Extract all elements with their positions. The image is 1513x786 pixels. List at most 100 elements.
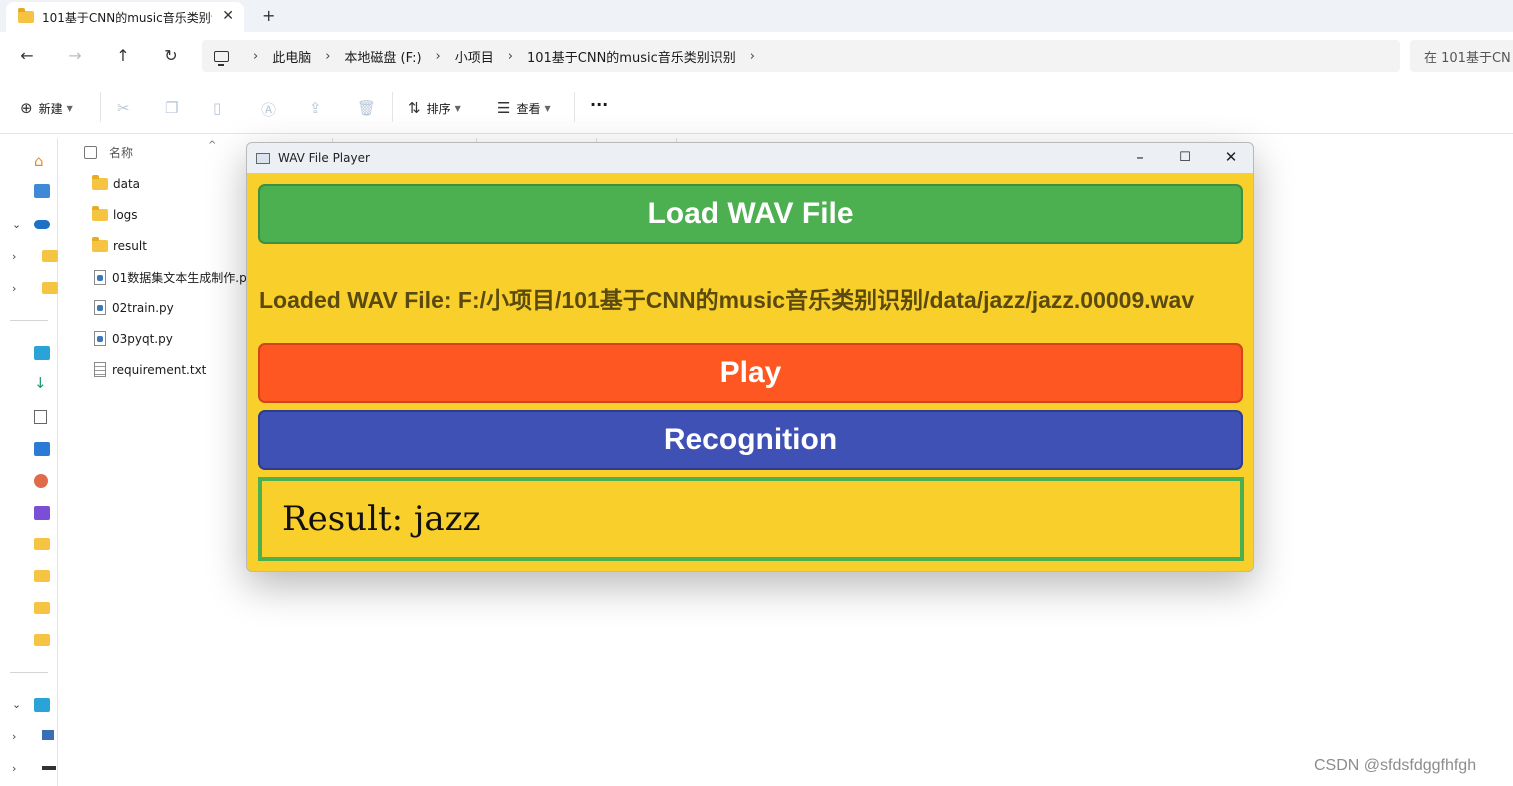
folder-icon[interactable] xyxy=(42,250,58,262)
sort-button[interactable]: ⇅ 排序 ▼ xyxy=(408,99,461,117)
toolbar-divider xyxy=(100,92,101,122)
paste-button[interactable]: ▯ xyxy=(213,99,227,117)
view-label: 查看 xyxy=(516,101,541,116)
close-tab-icon[interactable]: ✕ xyxy=(222,8,234,24)
folder-icon[interactable] xyxy=(34,570,50,582)
rename-icon: Ⓐ xyxy=(261,101,277,119)
sort-icon: ⇅ xyxy=(408,99,421,117)
document-icon[interactable] xyxy=(34,410,47,424)
home-icon[interactable]: ⌂ xyxy=(34,152,52,170)
breadcrumb-separator[interactable]: › xyxy=(750,49,755,64)
tab-title: 101基于CNN的music音乐类别识 xyxy=(42,10,212,25)
onedrive-cloud-icon[interactable] xyxy=(34,220,50,229)
chevron-right-icon[interactable]: › xyxy=(12,762,16,775)
desktop-icon[interactable] xyxy=(34,346,50,360)
file-name: logs xyxy=(113,208,138,222)
chevron-down-icon[interactable]: ⌄ xyxy=(12,218,21,231)
gallery-icon[interactable] xyxy=(34,184,50,198)
breadcrumb-separator[interactable]: › xyxy=(253,49,258,64)
file-row[interactable]: data xyxy=(92,175,140,191)
up-arrow-icon[interactable]: ↑ xyxy=(113,46,133,65)
text-file-icon xyxy=(94,362,106,377)
sort-label: 排序 xyxy=(426,101,451,116)
file-row[interactable]: 02train.py xyxy=(92,300,174,315)
maximize-icon[interactable]: ☐ xyxy=(1170,150,1200,165)
close-window-icon[interactable]: ✕ xyxy=(1216,148,1246,166)
column-header-label: 名称 xyxy=(109,146,134,160)
toolbar-divider xyxy=(574,92,575,122)
chevron-right-icon[interactable]: › xyxy=(12,730,16,743)
wav-player-window: WAV File Player – ☐ ✕ Load WAV File Load… xyxy=(246,142,1254,572)
cut-button[interactable]: ✂ xyxy=(117,99,136,117)
folder-icon[interactable] xyxy=(34,538,50,550)
rename-button[interactable]: Ⓐ xyxy=(261,99,282,120)
file-row[interactable]: 03pyqt.py xyxy=(92,331,173,346)
file-name: 02train.py xyxy=(112,300,174,315)
copy-icon: ❐ xyxy=(165,99,179,117)
address-bar[interactable]: › 此电脑 › 本地磁盘 (F:) › 小项目 › 101基于CNN的music… xyxy=(202,40,1400,72)
this-pc-icon[interactable] xyxy=(34,698,50,712)
explorer-tab[interactable]: 101基于CNN的music音乐类别识 ✕ xyxy=(6,2,244,32)
file-row[interactable]: 01数据集文本生成制作.py xyxy=(92,269,254,286)
folder-icon[interactable] xyxy=(34,634,50,646)
file-row[interactable]: logs xyxy=(92,206,138,222)
loaded-file-label: Loaded WAV File: F:/小项目/101基于CNN的music音乐… xyxy=(259,287,1195,313)
file-row[interactable]: result xyxy=(92,237,147,253)
folder-icon xyxy=(92,237,108,252)
folder-icon xyxy=(92,175,108,190)
folder-icon xyxy=(18,8,34,23)
breadcrumb-local-disk[interactable]: 本地磁盘 (F:) xyxy=(344,47,421,66)
chevron-down-icon[interactable]: ⌄ xyxy=(12,698,21,711)
file-name: requirement.txt xyxy=(112,362,207,377)
load-wav-button[interactable]: Load WAV File xyxy=(258,184,1243,244)
breadcrumb-current-folder[interactable]: 101基于CNN的music音乐类别识别 xyxy=(527,47,736,66)
chevron-right-icon[interactable]: › xyxy=(12,282,16,295)
videos-icon[interactable] xyxy=(34,506,50,520)
copy-button[interactable]: ❐ xyxy=(165,99,184,117)
nav-divider xyxy=(10,320,48,321)
folder-icon[interactable] xyxy=(42,282,58,294)
new-button[interactable]: ⊕ 新建 ▼ xyxy=(20,99,73,117)
play-button[interactable]: Play xyxy=(258,343,1243,403)
forward-arrow-icon[interactable]: → xyxy=(65,46,85,65)
minimize-icon[interactable]: – xyxy=(1125,148,1155,166)
folder-icon[interactable] xyxy=(34,602,50,614)
breadcrumb-small-projects[interactable]: 小项目 xyxy=(455,47,494,66)
select-all-checkbox[interactable] xyxy=(84,146,97,159)
watermark: CSDN @sfdsfdggfhfgh xyxy=(1314,757,1477,774)
trash-icon: 🗑 xyxy=(357,99,377,117)
result-text: Result: jazz xyxy=(282,499,481,539)
view-button[interactable]: ☰ 查看 ▼ xyxy=(497,99,551,117)
scissors-icon: ✂ xyxy=(117,99,130,117)
new-tab-button[interactable]: + xyxy=(262,6,275,25)
drive-icon[interactable] xyxy=(42,766,56,770)
toolbar-divider xyxy=(392,92,393,122)
refresh-icon[interactable]: ↻ xyxy=(161,46,181,65)
python-file-icon xyxy=(94,331,106,346)
name-column-header[interactable]: 名称 ^ xyxy=(84,140,216,161)
network-icon[interactable] xyxy=(42,730,54,740)
pictures-icon[interactable] xyxy=(34,442,50,456)
chevron-right-icon[interactable]: › xyxy=(12,250,16,263)
delete-button[interactable]: 🗑 xyxy=(357,99,382,117)
search-input[interactable]: 在 101基于CN xyxy=(1410,40,1513,72)
breadcrumb-separator[interactable]: › xyxy=(508,49,513,64)
share-button[interactable]: ⇪ xyxy=(309,99,328,117)
tab-strip: 101基于CNN的music音乐类别识 ✕ + xyxy=(0,0,1513,32)
view-list-icon: ☰ xyxy=(497,99,511,117)
file-name: 01数据集文本生成制作.py xyxy=(112,271,254,285)
more-options-button[interactable]: ··· xyxy=(590,95,608,114)
window-titlebar[interactable]: WAV File Player – ☐ ✕ xyxy=(247,143,1253,173)
breadcrumb-this-pc[interactable]: 此电脑 xyxy=(272,47,311,66)
download-icon[interactable]: ↓ xyxy=(34,374,50,392)
address-row: ← → ↑ ↻ › 此电脑 › 本地磁盘 (F:) › 小项目 › 101基于C… xyxy=(0,32,1513,80)
breadcrumb-separator[interactable]: › xyxy=(325,49,330,64)
music-icon[interactable] xyxy=(34,474,48,488)
app-window-icon xyxy=(256,152,270,164)
breadcrumb-separator[interactable]: › xyxy=(436,49,441,64)
command-bar: ⊕ 新建 ▼ ✂ ❐ ▯ Ⓐ ⇪ 🗑 ⇅ 排序 ▼ ☰ 查看 ▼ ··· xyxy=(0,80,1513,134)
recognition-button[interactable]: Recognition xyxy=(258,410,1243,470)
file-row[interactable]: requirement.txt xyxy=(92,362,206,377)
file-name: 03pyqt.py xyxy=(112,331,173,346)
back-arrow-icon[interactable]: ← xyxy=(17,46,37,65)
